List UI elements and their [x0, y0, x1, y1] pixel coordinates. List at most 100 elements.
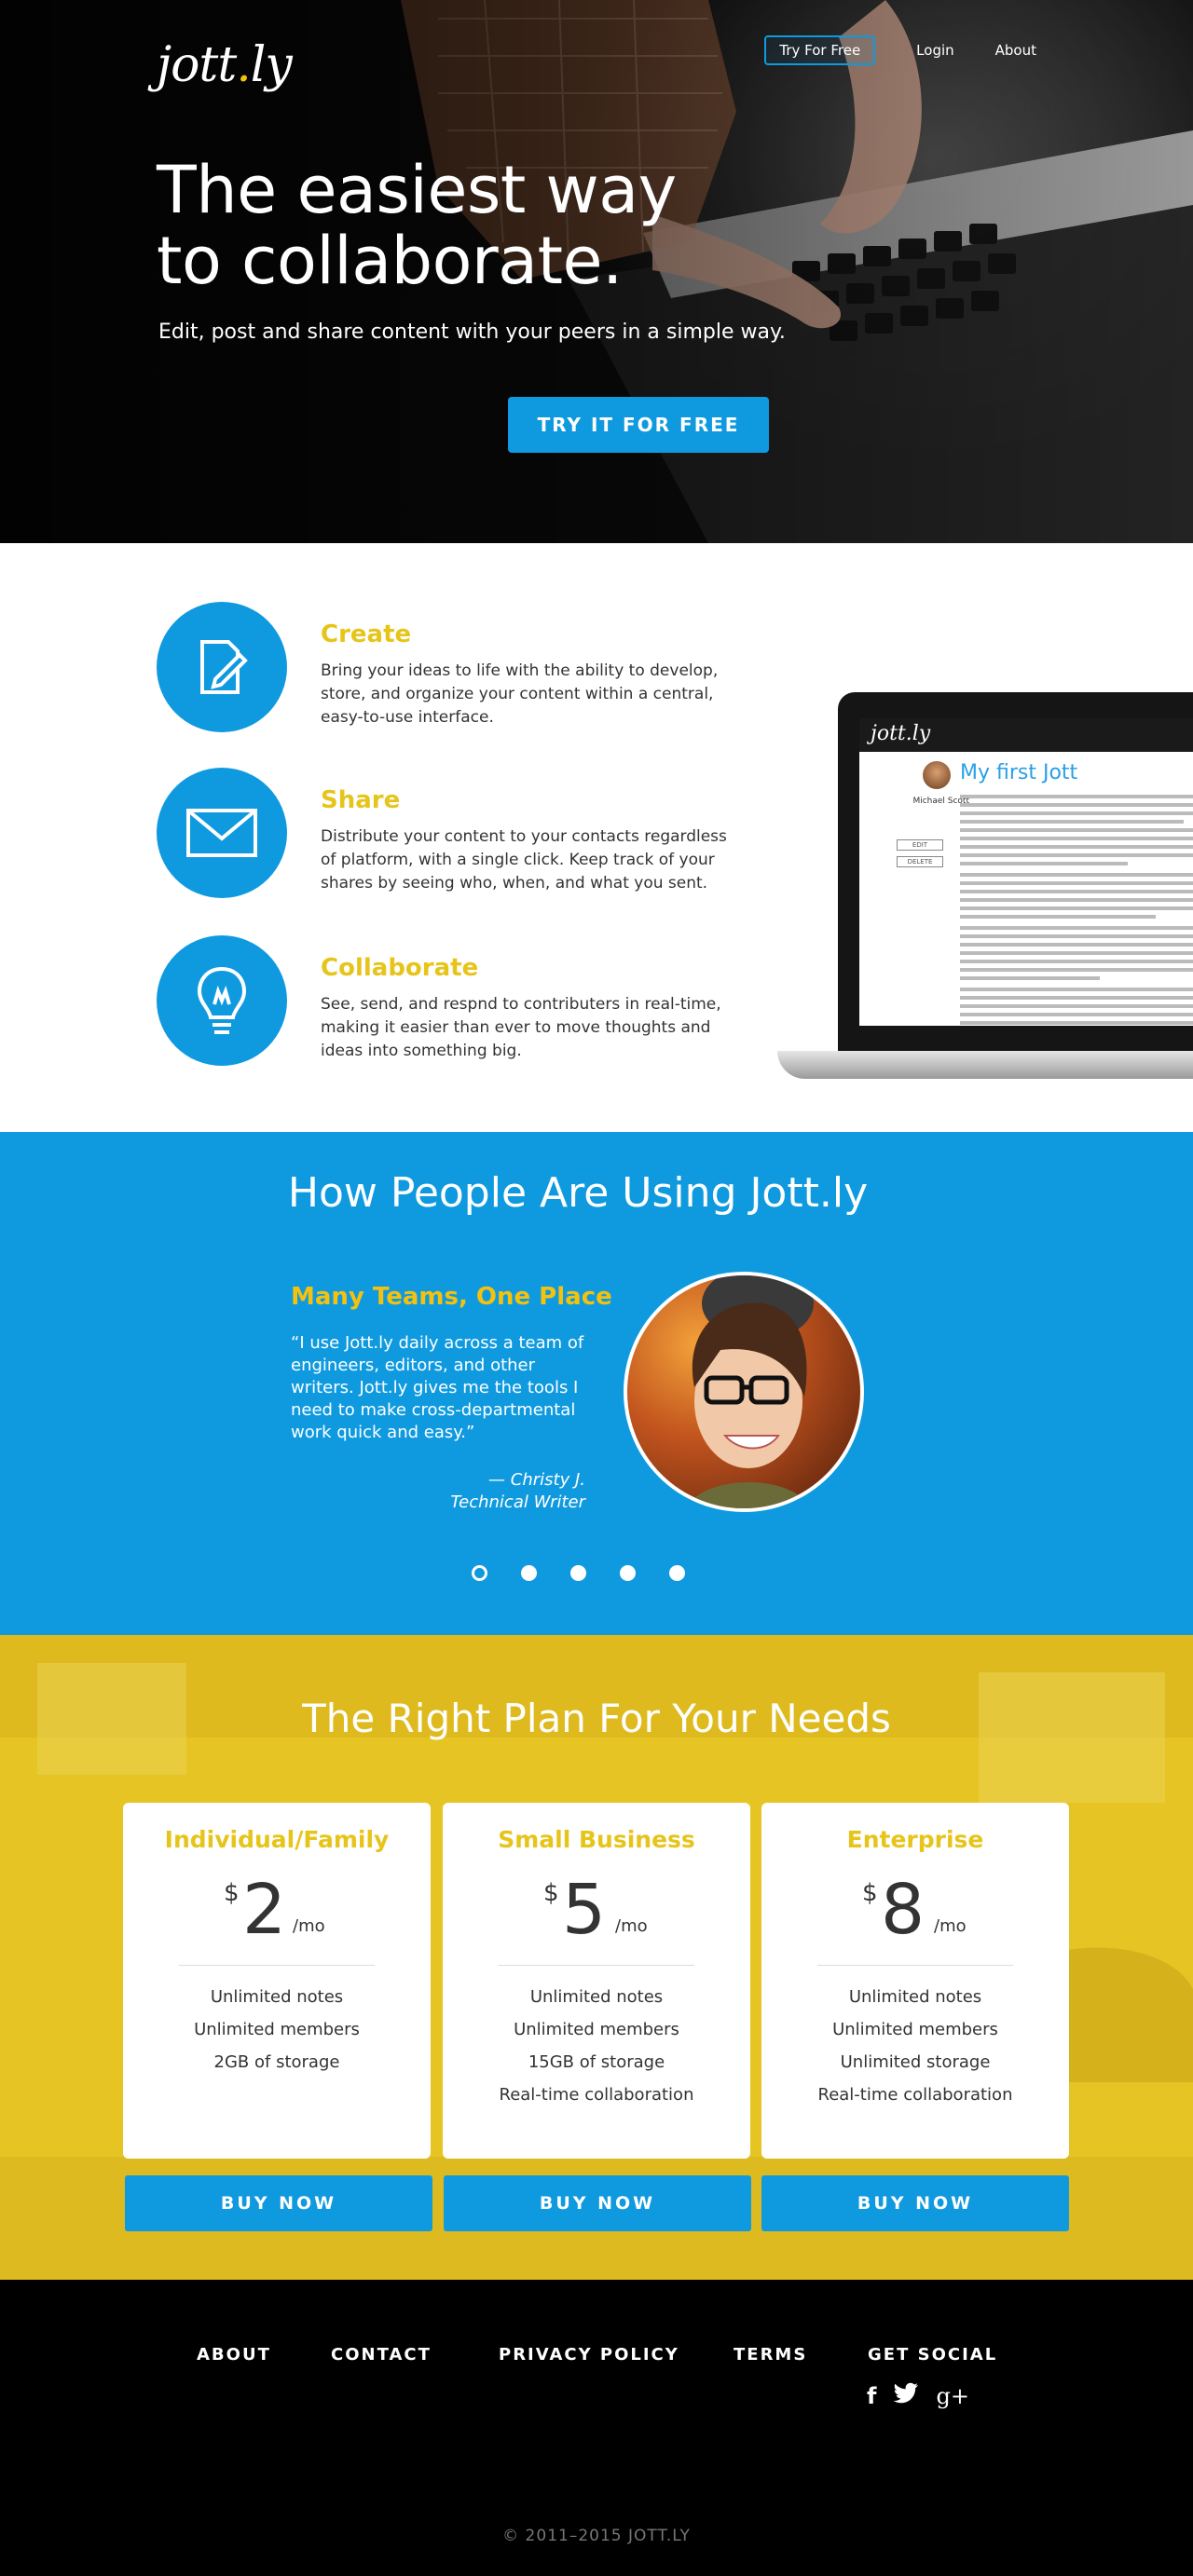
feature-title: Share — [321, 786, 401, 814]
mockup-avatar — [923, 761, 951, 789]
mockup-edit-button: EDIT — [897, 839, 943, 851]
footer-link-about[interactable]: ABOUT — [197, 2345, 271, 2365]
plan-price: $ 2 /mo — [123, 1868, 431, 1961]
author-name: — Christy J. — [488, 1470, 585, 1490]
facebook-icon[interactable]: f — [867, 2383, 876, 2409]
try-it-for-free-button[interactable]: TRY IT FOR FREE — [508, 397, 769, 453]
pricing-heading: The Right Plan For Your Needs — [302, 1696, 891, 1741]
pricing-section: The Right Plan For Your Needs Individual… — [0, 1635, 1193, 2280]
testimonial-section: How People Are Using Jott.ly Many Teams,… — [0, 1132, 1193, 1635]
plan-feature: Real-time collaboration — [499, 2085, 694, 2105]
plan-feature: 2GB of storage — [213, 2052, 340, 2072]
plan-name: Small Business — [498, 1826, 695, 1853]
copyright-text: © 2011–2015 JOTT.LY — [502, 2527, 691, 2545]
hero-title: The easiest way to collaborate. — [157, 155, 677, 296]
author-role: Technical Writer — [450, 1492, 585, 1512]
buy-now-button-individual[interactable]: BUY NOW — [125, 2175, 432, 2231]
price-period: /mo — [615, 1916, 648, 1936]
buy-now-button-small-business[interactable]: BUY NOW — [444, 2175, 751, 2231]
plan-feature: Unlimited storage — [840, 2052, 991, 2072]
plan-name: Enterprise — [846, 1826, 984, 1853]
footer: ABOUT CONTACT PRIVACY POLICY TERMS GET S… — [0, 2280, 1193, 2576]
plan-card-individual: Individual/Family $ 2 /mo Unlimited note… — [123, 1803, 431, 2159]
feature-description: See, send, and respnd to contributers in… — [321, 995, 721, 1060]
plan-feature: Unlimited members — [832, 2020, 998, 2039]
envelope-icon — [157, 768, 287, 898]
plan-feature: Unlimited members — [514, 2020, 679, 2039]
testimonial-carousel-dots — [472, 1565, 685, 1581]
price-currency: $ — [543, 1879, 559, 1907]
mockup-user-name: Michael Scott — [912, 797, 969, 806]
testimonial-heading: How People Are Using Jott.ly — [287, 1169, 869, 1217]
carousel-dot-5[interactable] — [669, 1565, 685, 1581]
price-amount: 5 — [562, 1870, 607, 1950]
feature-description: Distribute your content to your contacts… — [321, 827, 727, 893]
laptop-base — [777, 1051, 1193, 1079]
carousel-dot-2[interactable] — [521, 1565, 537, 1581]
plan-feature: Real-time collaboration — [817, 2085, 1013, 2105]
plan-feature: 15GB of storage — [528, 2052, 665, 2072]
testimonial-quote: “I use Jott.ly daily across a team of en… — [291, 1333, 584, 1442]
hero-subtitle: Edit, post and share content with your p… — [158, 320, 786, 344]
mockup-delete-button: DELETE — [897, 856, 943, 867]
features-section: Create Bring your ideas to life with the… — [0, 543, 1193, 1132]
hero-title-line-1: The easiest way — [157, 152, 677, 228]
logo-dot: . — [236, 37, 252, 93]
plan-feature: Unlimited notes — [529, 1987, 664, 2007]
lightbulb-icon — [157, 935, 287, 1066]
hero-title-line-2: to collaborate. — [157, 223, 623, 299]
footer-link-contact[interactable]: CONTACT — [331, 2345, 432, 2365]
feature-title: Create — [321, 620, 412, 648]
logo-text: jott — [157, 37, 237, 93]
carousel-dot-4[interactable] — [620, 1565, 636, 1581]
feature-description: Bring your ideas to life with the abilit… — [321, 661, 719, 727]
price-amount: 2 — [242, 1870, 287, 1950]
jottly-logo[interactable]: jott.ly — [157, 37, 293, 93]
about-link[interactable]: About — [995, 42, 1036, 59]
price-period: /mo — [934, 1916, 967, 1936]
googleplus-icon[interactable]: g+ — [936, 2383, 968, 2409]
plan-card-small-business: Small Business $ 5 /mo Unlimited notes U… — [443, 1803, 750, 2159]
plan-divider — [817, 1965, 1013, 1966]
plan-divider — [179, 1965, 375, 1966]
try-for-free-nav-button[interactable]: Try For Free — [764, 35, 876, 65]
footer-link-privacy-policy[interactable]: PRIVACY POLICY — [499, 2345, 679, 2365]
price-currency: $ — [862, 1879, 878, 1907]
plan-card-enterprise: Enterprise $ 8 /mo Unlimited notes Unlim… — [761, 1803, 1069, 2159]
logo-suffix: ly — [250, 37, 293, 93]
plan-feature: Unlimited members — [194, 2020, 360, 2039]
feature-create: Create Bring your ideas to life with the… — [157, 602, 753, 732]
plan-price: $ 8 /mo — [761, 1868, 1069, 1961]
testimonial-title: Many Teams, One Place — [291, 1283, 612, 1311]
carousel-dot-3[interactable] — [570, 1565, 586, 1581]
plan-feature: Unlimited notes — [210, 1987, 344, 2007]
top-nav: Try For Free Login About — [764, 35, 1036, 65]
feature-collaborate: Collaborate See, send, and respnd to con… — [157, 935, 753, 1066]
plan-name: Individual/Family — [164, 1826, 390, 1853]
social-links: f g+ — [867, 2382, 969, 2410]
price-amount: 8 — [881, 1870, 926, 1950]
plan-features: Unlimited notes Unlimited members Unlimi… — [761, 1981, 1069, 2111]
testimonial-avatar — [624, 1272, 864, 1512]
laptop-mockup: jott.ly My first Jott Michael Scott EDIT… — [777, 692, 1193, 1093]
twitter-icon[interactable] — [893, 2382, 919, 2410]
login-link[interactable]: Login — [916, 42, 953, 59]
footer-get-social-label: GET SOCIAL — [868, 2345, 998, 2365]
feature-title: Collaborate — [321, 954, 479, 982]
hero-section: jott.ly Try For Free Login About The eas… — [0, 0, 1193, 543]
testimonial-author: — Christy J. Technical Writer — [291, 1469, 585, 1514]
buy-now-button-enterprise[interactable]: BUY NOW — [761, 2175, 1069, 2231]
feature-share: Share Distribute your content to your co… — [157, 768, 753, 898]
laptop-screen: jott.ly My first Jott Michael Scott EDIT… — [859, 718, 1193, 1026]
price-currency: $ — [224, 1879, 240, 1907]
mockup-text-lines — [960, 795, 1193, 1026]
carousel-dot-1[interactable] — [472, 1565, 487, 1581]
plan-features: Unlimited notes Unlimited members 2GB of… — [123, 1981, 431, 2079]
footer-link-terms[interactable]: TERMS — [734, 2345, 807, 2365]
mockup-app-bar: jott.ly — [859, 718, 1193, 752]
mockup-doc-title: My first Jott — [960, 761, 1078, 784]
edit-icon — [157, 602, 287, 732]
price-period: /mo — [293, 1916, 325, 1936]
plan-features: Unlimited notes Unlimited members 15GB o… — [443, 1981, 750, 2111]
plan-price: $ 5 /mo — [443, 1868, 750, 1961]
